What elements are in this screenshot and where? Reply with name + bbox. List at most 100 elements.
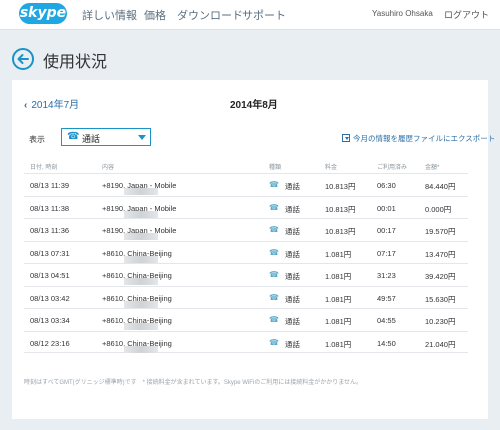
row-type: 通話 <box>285 249 300 259</box>
chevron-down-icon <box>138 135 146 140</box>
table-header: 日付, 時刻 内容 種類 料金 ご利用済み 金額* <box>24 160 468 172</box>
row-datetime: 08/13 04:51 <box>30 271 70 280</box>
prev-month-link[interactable]: ‹ 2014年7月 <box>24 96 79 111</box>
row-duration: 06:30 <box>377 181 396 190</box>
row-amount: 84.440円 <box>425 182 456 191</box>
user-name[interactable]: Yasuhiro Ohsaka <box>372 9 433 18</box>
row-content: +8190, Japan - Mobile <box>102 181 176 195</box>
phone-icon: ☎ <box>269 225 279 234</box>
type-select-value: 通話 <box>82 134 101 144</box>
row-datetime: 08/13 03:34 <box>30 316 70 325</box>
header-duration: ご利用済み <box>377 165 408 171</box>
phone-icon: ☎ <box>269 315 279 324</box>
row-number: +8610 <box>102 248 124 258</box>
redacted-number <box>124 345 159 353</box>
row-datetime: 08/13 11:39 <box>30 181 70 190</box>
redacted-number <box>124 255 159 263</box>
row-duration: 31:23 <box>377 271 396 280</box>
usage-table: 08/13 11:39 +8190, Japan - Mobile ☎ 通話 1… <box>24 173 468 353</box>
row-content: +8190, Japan - Mobile <box>102 226 176 240</box>
phone-icon: ☎ <box>269 180 279 189</box>
row-rate: 1.081円 <box>325 249 352 259</box>
phone-icon: ☎ <box>269 292 279 302</box>
nav-support[interactable]: サポート <box>242 7 286 23</box>
current-month: 2014年8月 <box>230 100 278 111</box>
export-icon <box>342 134 350 142</box>
table-row: 08/13 03:42 +8610, China-Beijing ☎ 通話 1.… <box>24 285 468 309</box>
prev-month-label: 2014年7月 <box>31 100 80 111</box>
table-row: 08/13 11:36 +8190, Japan - Mobile ☎ 通話 1… <box>24 218 468 241</box>
row-amount: 10.230円 <box>425 317 456 326</box>
row-type: 通話 <box>285 227 300 236</box>
header-content: 内容 <box>102 165 115 171</box>
row-type: 通話 <box>285 182 300 191</box>
row-amount: 39.420円 <box>425 272 456 281</box>
table-row: 08/13 07:31 +8610, China-Beijing ☎ 通話 1.… <box>24 240 468 264</box>
row-rate: 1.081円 <box>325 294 352 304</box>
header-type: 種類 <box>269 165 282 171</box>
row-datetime: 08/13 11:38 <box>30 203 70 213</box>
row-amount: 19.570円 <box>425 227 456 236</box>
nav-pricing[interactable]: 価格 <box>144 7 166 23</box>
row-content: +8610, China-Beijing <box>102 293 172 308</box>
table-row: 08/13 04:51 +8610, China-Beijing ☎ 通話 1.… <box>24 263 468 286</box>
header-datetime: 日付, 時刻 <box>30 165 58 171</box>
row-number: +8610 <box>102 316 124 325</box>
logout-link[interactable]: ログアウト <box>444 8 489 21</box>
row-type: 通話 <box>285 317 300 326</box>
row-type: 通話 <box>285 204 300 214</box>
row-datetime: 08/12 23:16 <box>30 338 70 348</box>
type-select[interactable]: ☎ 通話 <box>61 128 151 146</box>
row-rate: 10.813円 <box>325 204 356 214</box>
export-link[interactable]: 今月の情報を履歴ファイルにエクスポート <box>342 133 495 144</box>
back-button[interactable] <box>12 48 34 70</box>
row-rate: 10.813円 <box>325 227 356 236</box>
redacted-number <box>124 233 159 240</box>
header-amount: 金額* <box>425 165 440 171</box>
footnote: 時刻はすべてGMT(グリニッジ標準時)です * 接続料金が含まれています。Sky… <box>24 380 363 386</box>
row-duration: 07:17 <box>377 248 396 258</box>
row-duration: 00:01 <box>377 203 396 213</box>
phone-icon: ☎ <box>269 247 279 257</box>
row-rate: 1.081円 <box>325 339 352 349</box>
row-amount: 0.000円 <box>425 204 452 214</box>
redacted-number <box>124 323 159 330</box>
skype-logo[interactable]: skype <box>19 3 67 24</box>
table-row: 08/12 23:16 +8610, China-Beijing ☎ 通話 1.… <box>24 330 468 353</box>
chevron-left-icon: ‹ <box>24 100 28 111</box>
row-number: +8610 <box>102 271 124 280</box>
row-type: 通話 <box>285 339 300 349</box>
row-duration: 49:57 <box>377 293 396 303</box>
row-datetime: 08/13 07:31 <box>30 248 70 258</box>
row-rate: 10.813円 <box>325 182 356 191</box>
row-rate: 1.081円 <box>325 272 352 281</box>
row-content: +8610, China-Beijing <box>102 339 172 353</box>
redacted-number <box>124 210 159 218</box>
row-rate: 1.081円 <box>325 317 352 326</box>
phone-icon: ☎ <box>269 337 279 347</box>
row-duration: 14:50 <box>377 338 396 348</box>
row-number: +8190 <box>102 181 124 190</box>
row-duration: 00:17 <box>377 226 396 235</box>
top-bar: skype 詳しい情報 価格 ダウンロード サポート Yasuhiro Ohsa… <box>0 0 500 30</box>
table-row: 08/13 03:34 +8610, China-Beijing ☎ 通話 1.… <box>24 308 468 331</box>
table-row: 08/13 11:39 +8190, Japan - Mobile ☎ 通話 1… <box>24 173 468 196</box>
usage-panel: ‹ 2014年7月 2014年8月 表示 ☎ 通話 今月の情報を履歴ファイルにエク… <box>12 80 495 419</box>
row-number: +8190 <box>102 226 124 235</box>
redacted-number <box>124 300 159 308</box>
back-arrow-icon <box>17 54 29 64</box>
nav-info[interactable]: 詳しい情報 <box>82 7 137 23</box>
phone-icon: ☎ <box>67 131 80 142</box>
row-number: +8190 <box>102 203 124 213</box>
row-amount: 13.470円 <box>425 249 456 259</box>
row-type: 通話 <box>285 272 300 281</box>
row-amount: 15.630円 <box>425 294 456 304</box>
row-number: +8610 <box>102 293 124 303</box>
row-datetime: 08/13 03:42 <box>30 293 70 303</box>
export-label: 今月の情報を履歴ファイルにエクスポート <box>353 134 496 143</box>
row-content: +8190, Japan - Mobile <box>102 203 176 218</box>
phone-icon: ☎ <box>269 202 279 212</box>
row-duration: 04:55 <box>377 316 396 325</box>
header-rate: 料金 <box>325 165 338 171</box>
nav-download[interactable]: ダウンロード <box>177 7 243 23</box>
